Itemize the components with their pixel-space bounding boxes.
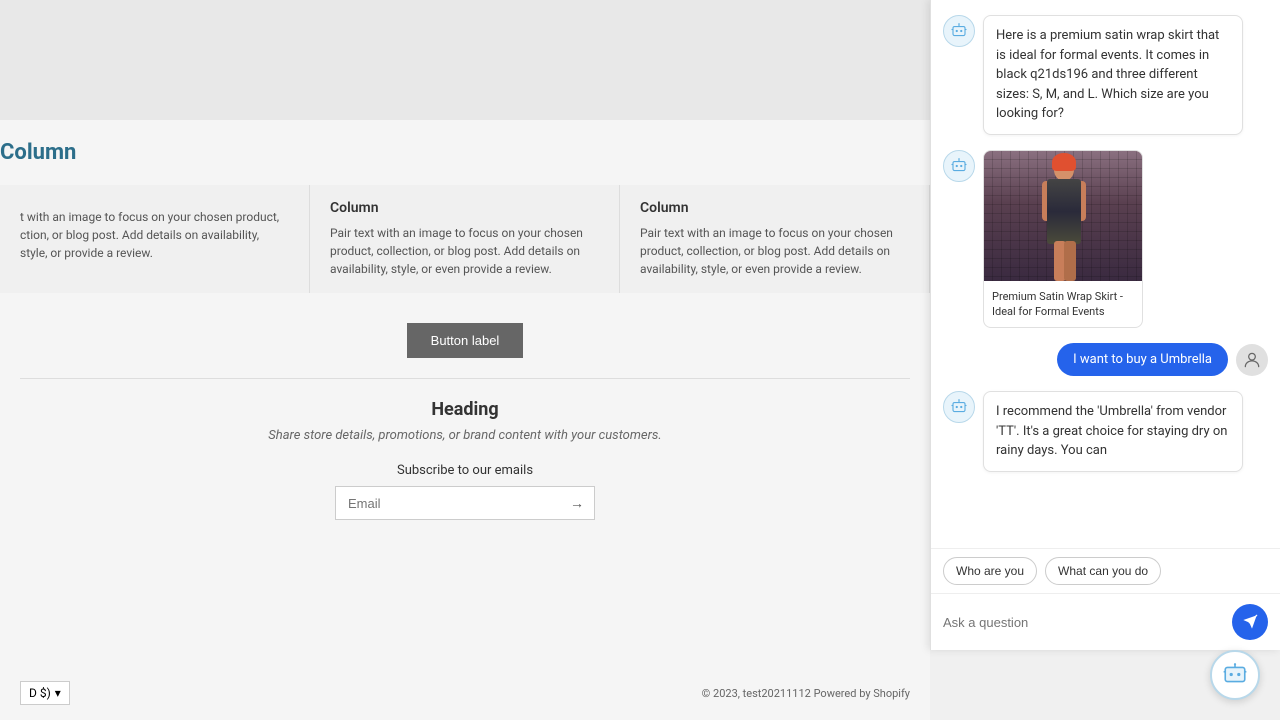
- footer-copyright: © 2023, test20211112 Powered by Shopify: [702, 687, 910, 700]
- quick-reply-what[interactable]: What can you do: [1045, 557, 1161, 585]
- section-subtitle: Share store details, promotions, or bran…: [0, 428, 930, 443]
- send-button[interactable]: [1232, 604, 1268, 640]
- page-heading: Column: [0, 140, 930, 165]
- column-2-text: Pair text with an image to focus on your…: [330, 224, 599, 278]
- chevron-down-icon: ▾: [55, 686, 61, 700]
- column-1-text: t with an image to focus on your chosen …: [20, 208, 289, 262]
- product-card: Premium Satin Wrap Skirt - Ideal for For…: [983, 150, 1143, 329]
- footer: D $) ▾ © 2023, test20211112 Powered by S…: [0, 666, 930, 720]
- quick-replies: Who are you What can you do: [931, 548, 1280, 593]
- section-heading: Heading: [0, 399, 930, 420]
- email-label: Subscribe to our emails: [0, 463, 930, 478]
- quick-reply-who[interactable]: Who are you: [943, 557, 1037, 585]
- column-2-title: Column: [330, 200, 599, 216]
- currency-label: D $): [29, 686, 51, 700]
- columns-section: t with an image to focus on your chosen …: [0, 185, 930, 293]
- page-background: Column t with an image to focus on your …: [0, 0, 930, 720]
- user-avatar: [1236, 344, 1268, 376]
- column-3-text: Pair text with an image to focus on your…: [640, 224, 909, 278]
- email-input[interactable]: [336, 487, 560, 519]
- product-image: [984, 151, 1143, 281]
- chat-messages[interactable]: Here is a premium satin wrap skirt that …: [931, 0, 1280, 548]
- column-3: Column Pair text with an image to focus …: [620, 185, 930, 293]
- bot-message-2: I recommend the 'Umbrella' from vendor '…: [943, 391, 1268, 472]
- page-content: Column t with an image to focus on your …: [0, 120, 930, 555]
- email-submit-button[interactable]: →: [560, 487, 594, 519]
- column-2: Column Pair text with an image to focus …: [310, 185, 620, 293]
- chat-input[interactable]: [943, 615, 1224, 630]
- currency-selector[interactable]: D $) ▾: [20, 681, 70, 705]
- column-1: t with an image to focus on your chosen …: [0, 185, 310, 293]
- chat-panel: Here is a premium satin wrap skirt that …: [930, 0, 1280, 650]
- column-3-title: Column: [640, 200, 909, 216]
- bot-message-1: Here is a premium satin wrap skirt that …: [943, 15, 1268, 135]
- heading-section: Heading Share store details, promotions,…: [0, 399, 930, 443]
- bot-bubble-2: I recommend the 'Umbrella' from vendor '…: [983, 391, 1243, 472]
- bot-bubble-1: Here is a premium satin wrap skirt that …: [983, 15, 1243, 135]
- email-section: Subscribe to our emails →: [0, 463, 930, 520]
- main-button[interactable]: Button label: [407, 323, 524, 358]
- bot-avatar-3: [943, 391, 975, 423]
- hero-area: [0, 0, 930, 120]
- bot-avatar-2: [943, 150, 975, 182]
- product-card-title: Premium Satin Wrap Skirt - Ideal for For…: [984, 281, 1142, 328]
- email-form: →: [335, 486, 595, 520]
- bot-avatar-1: [943, 15, 975, 47]
- bot-message-product: Premium Satin Wrap Skirt - Ideal for For…: [943, 150, 1268, 329]
- chat-input-area: [931, 593, 1280, 650]
- chat-fab-button[interactable]: [1210, 650, 1260, 700]
- button-row: Button label: [0, 323, 930, 358]
- user-bubble: I want to buy a Umbrella: [1057, 343, 1228, 376]
- user-message: I want to buy a Umbrella: [943, 343, 1268, 376]
